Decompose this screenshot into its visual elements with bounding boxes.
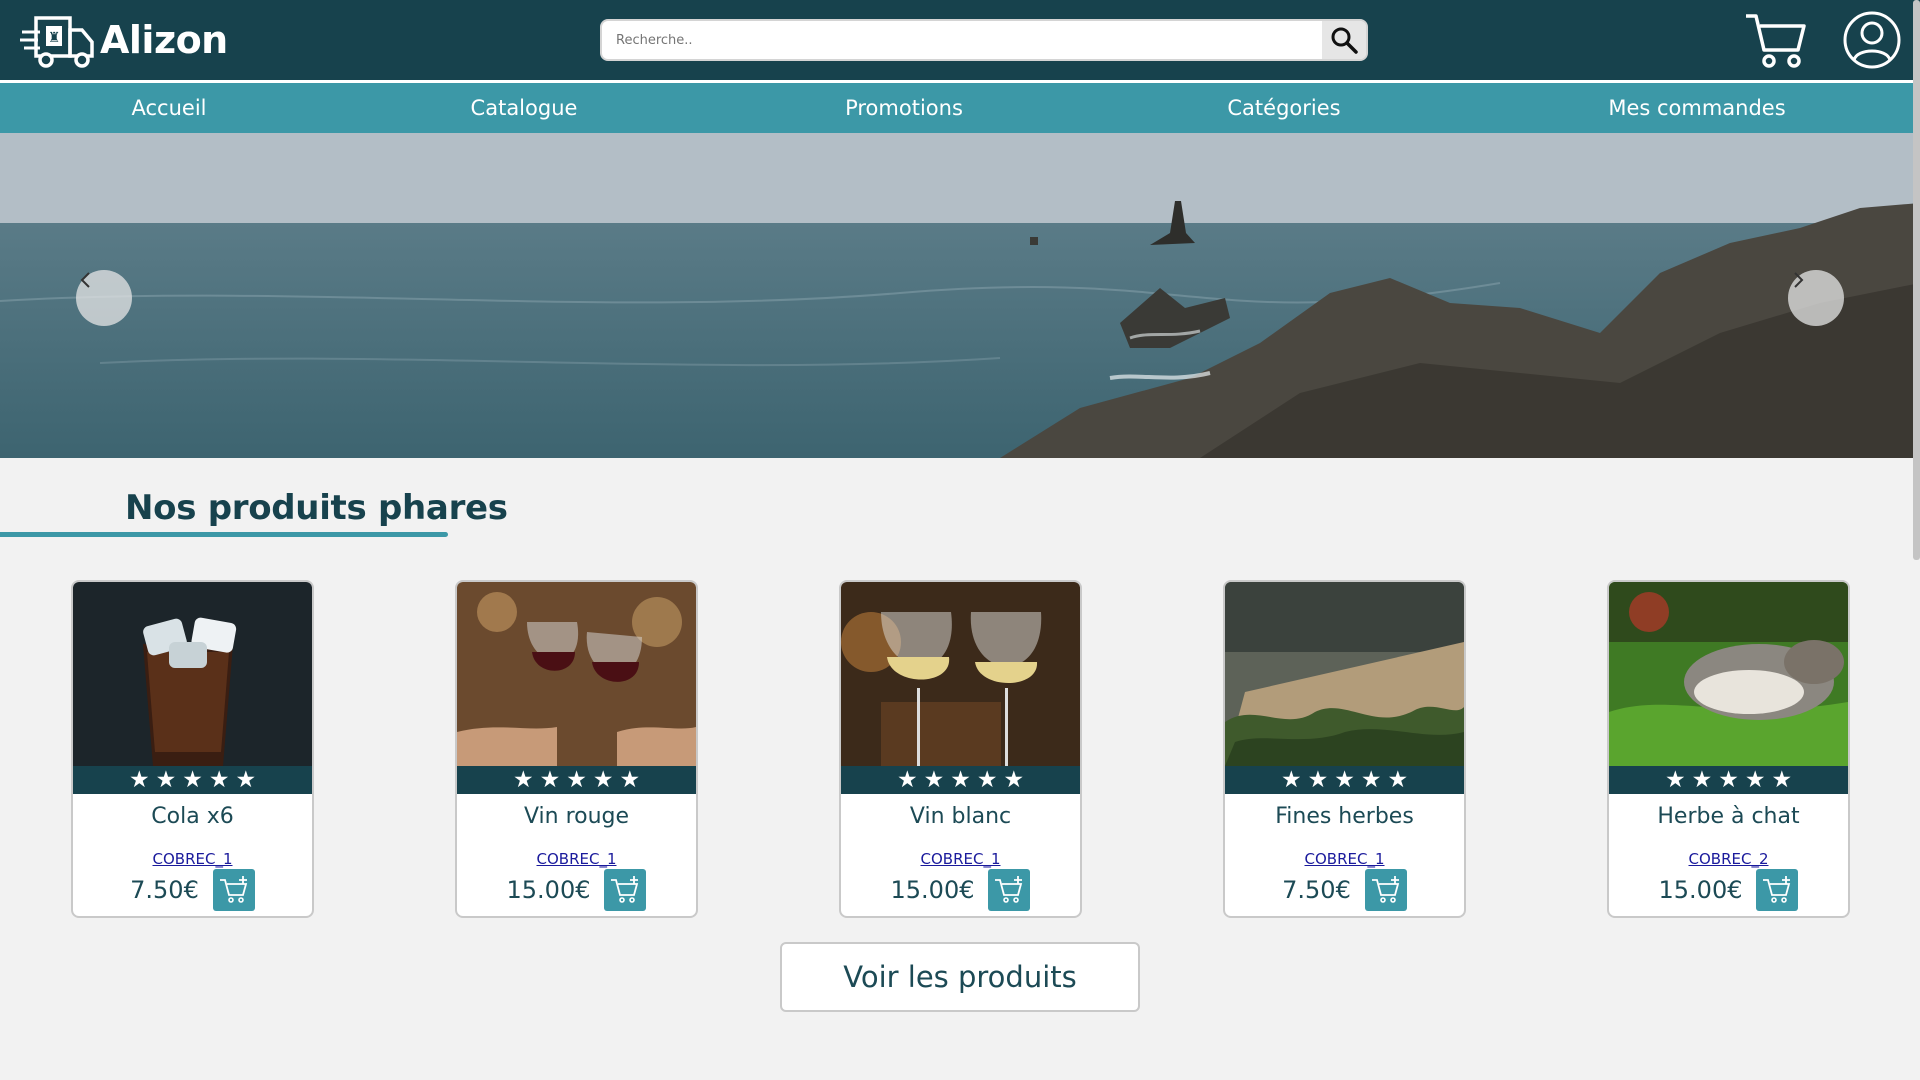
nav-item-mes-commandes[interactable]: Mes commandes	[1572, 83, 1822, 133]
star-icon: ★	[155, 767, 177, 793]
carousel-prev-button[interactable]	[76, 270, 132, 326]
seller-link[interactable]: COBREC_1	[841, 850, 1080, 868]
product-card[interactable]: ★ ★ ★ ★ ★ Cola x6 COBREC_1 7.50€	[71, 580, 314, 918]
svg-text:♜: ♜	[48, 30, 61, 46]
product-image	[1609, 582, 1848, 766]
price-row: 15.00€	[841, 868, 1080, 912]
view-products-button[interactable]: Voir les produits	[780, 942, 1140, 1012]
product-name: Cola x6	[151, 804, 234, 829]
star-icon: ★	[1744, 767, 1766, 793]
product-card[interactable]: ★ ★ ★ ★ ★ Fines herbes COBREC_1 7.50€	[1223, 580, 1466, 918]
product-card[interactable]: ★ ★ ★ ★ ★ Herbe à chat COBREC_2 15.00€	[1607, 580, 1850, 918]
brand-name: Alizon	[100, 18, 228, 62]
star-icon: ★	[923, 767, 945, 793]
star-icon: ★	[539, 767, 561, 793]
product-price: 15.00€	[1658, 876, 1743, 904]
product-name: Vin blanc	[909, 804, 1012, 829]
logo[interactable]: ♜ Alizon	[20, 10, 228, 70]
top-bar: ♜ Alizon	[0, 0, 1920, 80]
star-icon: ★	[1003, 767, 1025, 793]
add-to-cart-button[interactable]	[988, 869, 1031, 911]
carousel-next-button[interactable]	[1788, 270, 1844, 326]
product-name: Vin rouge	[523, 804, 630, 829]
seller-link[interactable]: COBREC_1	[457, 850, 696, 868]
rating-stars: ★ ★ ★ ★ ★	[457, 766, 696, 794]
star-icon: ★	[896, 767, 918, 793]
rating-stars: ★ ★ ★ ★ ★	[1609, 766, 1848, 794]
rating-stars: ★ ★ ★ ★ ★	[1225, 766, 1464, 794]
star-icon: ★	[592, 767, 614, 793]
main-nav: Accueil Catalogue Promotions Catégories …	[0, 83, 1920, 133]
seller-link[interactable]: COBREC_1	[73, 850, 312, 868]
add-to-cart-button[interactable]	[212, 869, 255, 911]
star-icon: ★	[976, 767, 998, 793]
product-name: Herbe à chat	[1657, 804, 1800, 829]
search-button[interactable]	[1322, 21, 1366, 59]
product-name: Fines herbes	[1275, 804, 1414, 829]
star-icon: ★	[566, 767, 587, 793]
price-row: 15.00€	[457, 868, 696, 912]
star-icon: ★	[235, 767, 257, 793]
rating-stars: ★ ★ ★ ★ ★	[73, 766, 312, 794]
star-icon: ★	[1387, 767, 1409, 793]
star-icon: ★	[208, 767, 230, 793]
add-to-cart-button[interactable]	[1364, 869, 1407, 911]
product-card[interactable]: ★ ★ ★ ★ ★ Vin rouge COBREC_1 15.00€	[455, 580, 698, 918]
product-image	[457, 582, 696, 766]
cart-plus-icon	[1371, 876, 1400, 903]
star-icon: ★	[619, 767, 641, 793]
chevron-left-icon	[80, 272, 90, 288]
cart-plus-icon	[611, 876, 639, 903]
cart-plus-icon	[219, 876, 248, 903]
star-icon: ★	[1718, 767, 1739, 793]
cart-icon[interactable]	[1744, 10, 1808, 70]
scrollbar[interactable]	[1913, 0, 1920, 560]
product-image	[73, 582, 312, 766]
nav-item-accueil[interactable]: Accueil	[69, 83, 269, 133]
star-icon: ★	[1280, 767, 1302, 793]
star-icon: ★	[1307, 767, 1329, 793]
cart-plus-icon	[1763, 876, 1791, 903]
search-icon	[1331, 27, 1358, 54]
product-image	[841, 582, 1080, 766]
search-bar	[600, 19, 1368, 61]
product-card[interactable]: ★ ★ ★ ★ ★ Vin blanc COBREC_1 15.00€	[839, 580, 1082, 918]
nav-item-categories[interactable]: Catégories	[1184, 83, 1384, 133]
user-icon[interactable]	[1842, 10, 1902, 70]
star-icon: ★	[1664, 767, 1686, 793]
product-price: 7.50€	[130, 876, 199, 904]
star-icon: ★	[182, 767, 203, 793]
product-price: 7.50€	[1282, 876, 1351, 904]
star-icon: ★	[1334, 767, 1355, 793]
star-icon: ★	[128, 767, 150, 793]
search-input[interactable]	[608, 24, 1322, 56]
price-row: 15.00€	[1609, 868, 1848, 912]
add-to-cart-button[interactable]	[604, 869, 647, 911]
section-title: Nos produits phares	[125, 488, 508, 528]
section-underline	[0, 532, 448, 537]
price-row: 7.50€	[1225, 868, 1464, 912]
hero-carousel	[0, 133, 1920, 458]
star-icon: ★	[512, 767, 534, 793]
rating-stars: ★ ★ ★ ★ ★	[841, 766, 1080, 794]
nav-item-promotions[interactable]: Promotions	[804, 83, 1004, 133]
star-icon: ★	[1771, 767, 1793, 793]
delivery-truck-icon: ♜	[20, 16, 94, 68]
nav-item-catalogue[interactable]: Catalogue	[424, 83, 624, 133]
seller-link[interactable]: COBREC_2	[1609, 850, 1848, 868]
star-icon: ★	[1360, 767, 1382, 793]
star-icon: ★	[1691, 767, 1713, 793]
cart-plus-icon	[995, 876, 1023, 903]
product-price: 15.00€	[890, 876, 975, 904]
product-image	[1225, 582, 1464, 766]
seller-link[interactable]: COBREC_1	[1225, 850, 1464, 868]
price-row: 7.50€	[73, 868, 312, 912]
hero-landscape-image	[0, 133, 1920, 458]
product-price: 15.00€	[506, 876, 591, 904]
chevron-right-icon	[1794, 272, 1804, 288]
star-icon: ★	[950, 767, 971, 793]
add-to-cart-button[interactable]	[1756, 869, 1799, 911]
